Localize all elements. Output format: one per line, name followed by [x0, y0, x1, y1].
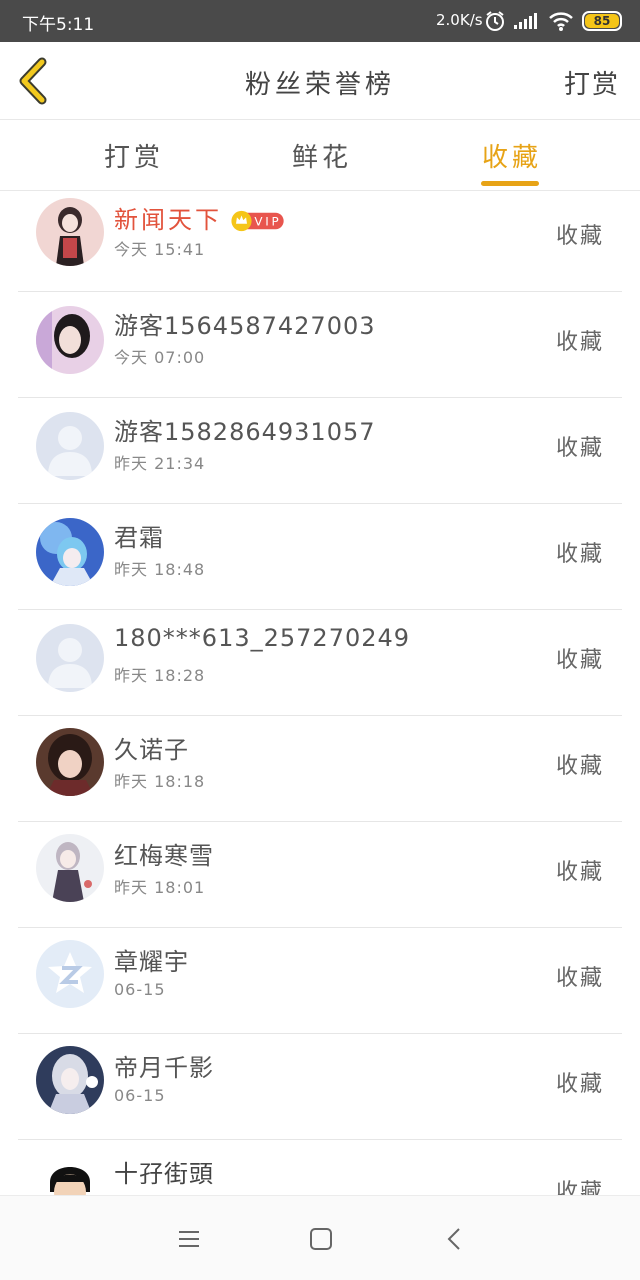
home-button[interactable]	[306, 1224, 336, 1254]
favorite-time: 今天 07:00	[114, 348, 206, 367]
favorite-label: 收藏	[555, 648, 604, 673]
favorite-time: 昨天 18:48	[114, 560, 206, 579]
system-nav-bar	[0, 1195, 640, 1280]
signal-icon	[513, 12, 539, 35]
avatar	[36, 198, 104, 266]
list-item[interactable]: 红梅寒雪 昨天 18:01 收藏	[18, 822, 622, 928]
vip-badge: VIP	[231, 210, 284, 232]
list-item[interactable]: 游客1582864931057 昨天 21:34 收藏	[18, 398, 622, 504]
user-name: 新闻天下 VIP	[114, 200, 288, 235]
tab-reward[interactable]: 打赏	[104, 137, 164, 174]
user-name: 游客1564587427003	[114, 312, 376, 340]
tab-bar: 打赏 鲜花 收藏	[0, 121, 640, 191]
favorite-time: 06-15	[114, 980, 166, 999]
reward-button[interactable]: 打赏	[564, 64, 620, 101]
svg-text:VIP: VIP	[254, 215, 281, 229]
battery-level: 85	[585, 14, 619, 28]
nav-bar: 粉丝荣誉榜 打赏	[0, 42, 640, 120]
favorite-label: 收藏	[555, 436, 604, 461]
avatar	[36, 834, 104, 902]
user-name: 久诺子	[114, 736, 189, 764]
list-item[interactable]: 十孖街頭 收藏	[18, 1140, 622, 1195]
wifi-icon	[548, 10, 574, 37]
favorite-label: 收藏	[555, 966, 604, 991]
avatar	[36, 728, 104, 796]
home-square-icon	[310, 1228, 332, 1250]
battery-icon: 85	[582, 11, 622, 31]
favorite-label: 收藏	[555, 542, 604, 567]
list-item[interactable]: 帝月千影 06-15 收藏	[18, 1034, 622, 1140]
favorite-time: 昨天 21:34	[114, 454, 206, 473]
avatar	[36, 940, 104, 1008]
menu-icon	[179, 1231, 199, 1247]
favorite-label: 收藏	[555, 1180, 604, 1195]
user-name: 180***613_257270249	[114, 624, 411, 652]
user-name: 章耀宇	[114, 948, 189, 976]
favorite-time: 06-15	[114, 1086, 166, 1105]
favorite-time: 昨天 18:18	[114, 772, 206, 791]
favorite-label: 收藏	[555, 754, 604, 779]
back-nav-button[interactable]	[440, 1224, 470, 1254]
avatar	[36, 306, 104, 374]
alarm-icon	[484, 10, 506, 37]
avatar	[36, 1152, 104, 1195]
avatar	[36, 412, 104, 480]
back-triangle-icon	[447, 1228, 460, 1250]
favorite-label: 收藏	[555, 1072, 604, 1097]
user-name: 君霜	[114, 524, 164, 552]
favorite-label: 收藏	[555, 860, 604, 885]
favorite-time: 昨天 18:01	[114, 878, 206, 897]
favorite-label: 收藏	[555, 330, 604, 355]
active-tab-indicator	[481, 181, 539, 186]
list-item[interactable]: 新闻天下 VIP 今天 15:41 收藏	[18, 192, 622, 292]
page-title: 粉丝荣誉榜	[244, 70, 395, 100]
avatar	[36, 1046, 104, 1114]
status-time: 下午5:11	[22, 15, 95, 35]
tab-favorites[interactable]: 收藏	[482, 137, 542, 174]
avatar	[36, 518, 104, 586]
favorite-time: 今天 15:41	[114, 240, 206, 259]
list-item[interactable]: 游客1564587427003 今天 07:00 收藏	[18, 292, 622, 398]
user-name: 红梅寒雪	[114, 842, 214, 870]
avatar	[36, 624, 104, 692]
tab-flowers[interactable]: 鲜花	[292, 137, 352, 174]
favorite-time: 昨天 18:28	[114, 666, 206, 685]
status-bar: 下午5:11 2.0K/s 85	[0, 0, 640, 42]
list-item[interactable]: 君霜 昨天 18:48 收藏	[18, 504, 622, 610]
net-speed: 2.0K/s	[436, 11, 483, 29]
user-name: 十孖街頭	[114, 1160, 214, 1188]
menu-button[interactable]	[174, 1224, 204, 1254]
list-item[interactable]: 180***613_257270249 昨天 18:28 收藏	[18, 610, 622, 716]
list-item[interactable]: 章耀宇 06-15 收藏	[18, 928, 622, 1034]
favorite-label: 收藏	[555, 224, 604, 249]
user-name: 游客1582864931057	[114, 418, 376, 446]
list-item[interactable]: 久诺子 昨天 18:18 收藏	[18, 716, 622, 822]
fan-list: 新闻天下 VIP 今天 15:41 收藏 游客1564587427003 今天 0…	[0, 192, 640, 1195]
user-name: 帝月千影	[114, 1054, 214, 1082]
